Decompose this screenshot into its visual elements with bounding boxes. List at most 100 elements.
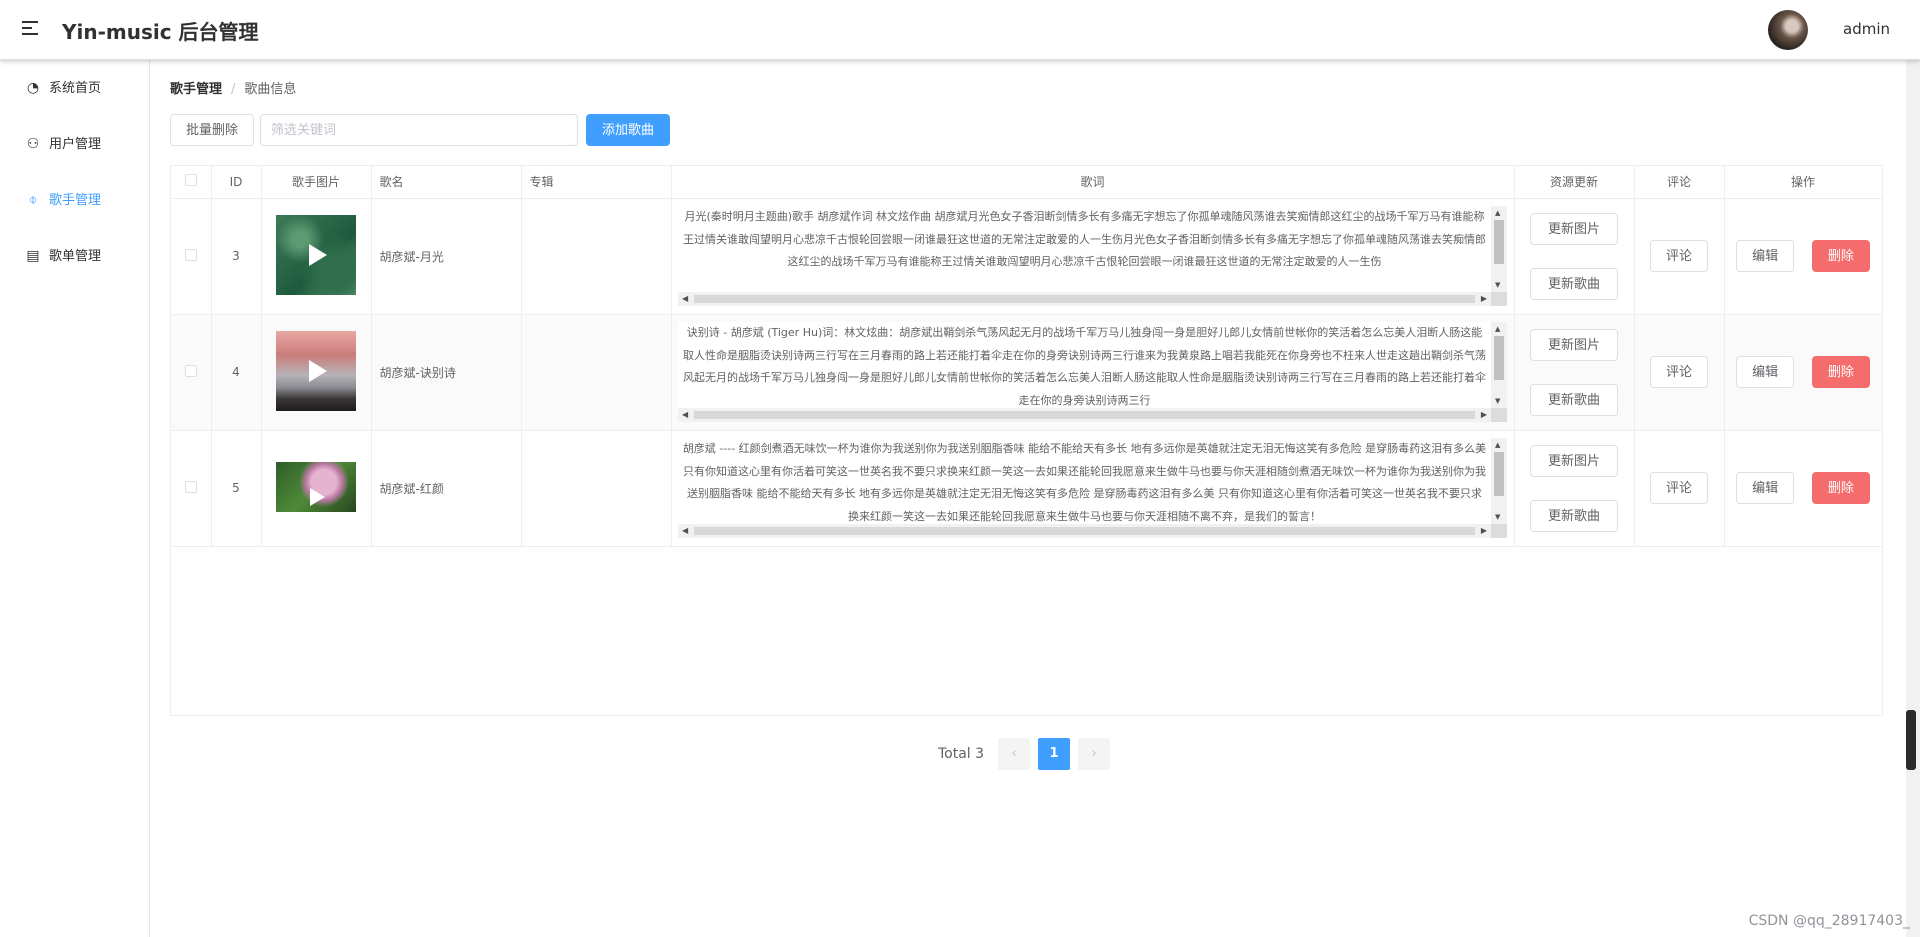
scrollbar-thumb[interactable] [1494,220,1504,264]
lyrics-horizontal-scrollbar[interactable]: ◀ ▶ [678,524,1491,538]
table-row: 4 胡彦斌-诀别诗 诀别诗 - 胡彦斌 (Tiger Hu)词：林文炫曲：胡彦斌… [171,314,1883,431]
scroll-left-icon[interactable]: ◀ [682,293,688,305]
row-checkbox[interactable] [184,248,197,261]
scroll-right-icon[interactable]: ▶ [1481,293,1487,305]
update-image-button[interactable]: 更新图片 [1530,444,1618,477]
sidebar-item-singers[interactable]: ⌽ 歌手管理 [0,172,149,228]
update-song-button[interactable]: 更新歌曲 [1530,267,1618,300]
breadcrumb: 歌手管理 / 歌曲信息 [170,78,296,97]
scrollbar-thumb[interactable] [1906,710,1916,770]
top-header: Yin-music 后台管理 admin [0,0,1920,60]
user-icon: ⚇ [26,136,40,152]
batch-delete-button[interactable]: 批量删除 [170,114,255,146]
lyrics-vertical-scrollbar[interactable]: ▲ ▼ [1491,206,1507,292]
sidebar-item-users[interactable]: ⚇ 用户管理 [0,116,149,172]
scrollbar-thumb[interactable] [694,527,1475,535]
column-header-id: ID [211,166,262,199]
breadcrumb-current: 歌曲信息 [244,82,297,97]
breadcrumb-parent[interactable]: 歌手管理 [170,82,222,97]
scrollbar-thumb[interactable] [1494,452,1504,496]
scroll-down-icon[interactable]: ▼ [1495,396,1500,406]
scrollbar-thumb[interactable] [694,295,1475,303]
scroll-left-icon[interactable]: ◀ [682,409,688,421]
column-header-resources: 资源更新 [1514,166,1635,199]
lyrics-vertical-scrollbar[interactable]: ▲ ▼ [1491,322,1507,408]
page-number-button[interactable]: 1 [1038,738,1071,770]
comment-button[interactable]: 评论 [1649,356,1708,388]
update-image-button[interactable]: 更新图片 [1530,212,1618,245]
scrollbar-corner [1491,408,1507,422]
lyrics-vertical-scrollbar[interactable]: ▲ ▼ [1491,438,1507,524]
hamburger-menu-icon[interactable] [22,21,38,39]
page-scrollbar[interactable] [1906,60,1920,937]
scroll-down-icon[interactable]: ▼ [1495,280,1500,290]
update-song-button[interactable]: 更新歌曲 [1530,383,1618,416]
lyrics-horizontal-scrollbar[interactable]: ◀ ▶ [678,408,1491,422]
play-icon[interactable] [310,487,325,506]
song-cover-image[interactable] [276,214,356,295]
scroll-up-icon[interactable]: ▲ [1495,440,1500,450]
row-checkbox[interactable] [184,364,197,377]
search-input[interactable] [260,114,579,146]
scroll-left-icon[interactable]: ◀ [682,525,688,537]
lyrics-box[interactable]: 诀别诗 - 胡彦斌 (Tiger Hu)词：林文炫曲：胡彦斌出鞘剑杀气荡风起无月… [678,322,1507,422]
sidebar-item-label: 系统首页 [49,81,102,96]
toolbar: 批量删除 添加歌曲 [170,114,671,146]
table-row: 5 胡彦斌-红颜 胡彦斌 ---- 红颜剑煮酒无味饮一杯为谁你为我送别你为我送别… [171,430,1883,547]
songs-table: ID 歌手图片 歌名 专辑 歌词 资源更新 评论 操作 3 胡彦斌-月光 月光(… [170,165,1883,716]
sidebar-item-home[interactable]: ◔ 系统首页 [0,60,149,116]
scrollbar-corner [1491,292,1507,306]
pagination-total: Total 3 [938,746,985,762]
comment-button[interactable]: 评论 [1649,472,1708,504]
prev-page-button[interactable]: ‹ [998,738,1031,770]
scroll-up-icon[interactable]: ▲ [1495,208,1500,218]
lyrics-box[interactable]: 胡彦斌 ---- 红颜剑煮酒无味饮一杯为谁你为我送别你为我送别胭脂香味 能给不能… [678,438,1507,538]
table-header-row: ID 歌手图片 歌名 专辑 歌词 资源更新 评论 操作 [171,166,1883,199]
edit-button[interactable]: 编辑 [1736,356,1795,388]
update-song-button[interactable]: 更新歌曲 [1530,499,1618,532]
column-header-album: 专辑 [521,166,672,199]
song-id: 4 [211,314,262,431]
select-all-cell [171,166,212,199]
document-icon: ▤ [26,248,40,264]
sidebar-item-playlists[interactable]: ▤ 歌单管理 [0,228,149,284]
song-cover-image[interactable] [276,461,356,512]
scrollbar-corner [1491,524,1507,538]
song-album [521,314,672,431]
row-checkbox[interactable] [184,480,197,493]
column-header-lyrics: 歌词 [671,166,1515,199]
scrollbar-thumb[interactable] [694,411,1475,419]
delete-button[interactable]: 删除 [1811,472,1870,504]
user-name[interactable]: admin [1843,20,1890,38]
play-icon[interactable] [309,243,327,266]
scrollbar-thumb[interactable] [1494,336,1504,380]
edit-button[interactable]: 编辑 [1736,240,1795,272]
song-name: 胡彦斌-月光 [371,198,522,315]
comment-button[interactable]: 评论 [1649,240,1708,272]
avatar[interactable] [1768,10,1808,50]
update-image-button[interactable]: 更新图片 [1530,328,1618,361]
delete-button[interactable]: 删除 [1811,356,1870,388]
sidebar-item-label: 用户管理 [49,137,102,152]
add-song-button[interactable]: 添加歌曲 [586,114,671,146]
song-id: 5 [211,430,262,547]
next-page-button[interactable]: › [1078,738,1111,770]
song-cover-image[interactable] [276,330,356,411]
table-row: 3 胡彦斌-月光 月光(秦时明月主题曲)歌手 胡彦斌作词 林文炫作曲 胡彦斌月光… [171,198,1883,315]
song-id: 3 [211,198,262,315]
main-content: 歌手管理 / 歌曲信息 批量删除 添加歌曲 ID 歌手图片 歌名 专辑 歌词 资源更新… [150,60,1920,937]
delete-button[interactable]: 删除 [1811,240,1870,272]
microphone-icon: ⌽ [28,192,38,208]
scroll-right-icon[interactable]: ▶ [1481,409,1487,421]
column-header-comment: 评论 [1634,166,1725,199]
scroll-right-icon[interactable]: ▶ [1481,525,1487,537]
edit-button[interactable]: 编辑 [1736,472,1795,504]
column-header-image: 歌手图片 [261,166,372,199]
scroll-down-icon[interactable]: ▼ [1495,512,1500,522]
lyrics-box[interactable]: 月光(秦时明月主题曲)歌手 胡彦斌作词 林文炫作曲 胡彦斌月光色女子香泪断剑情多… [678,206,1507,306]
scroll-up-icon[interactable]: ▲ [1495,324,1500,334]
lyrics-horizontal-scrollbar[interactable]: ◀ ▶ [678,292,1491,306]
app-title: Yin-music 后台管理 [62,20,259,44]
play-icon[interactable] [309,359,327,382]
select-all-checkbox[interactable] [184,174,197,187]
